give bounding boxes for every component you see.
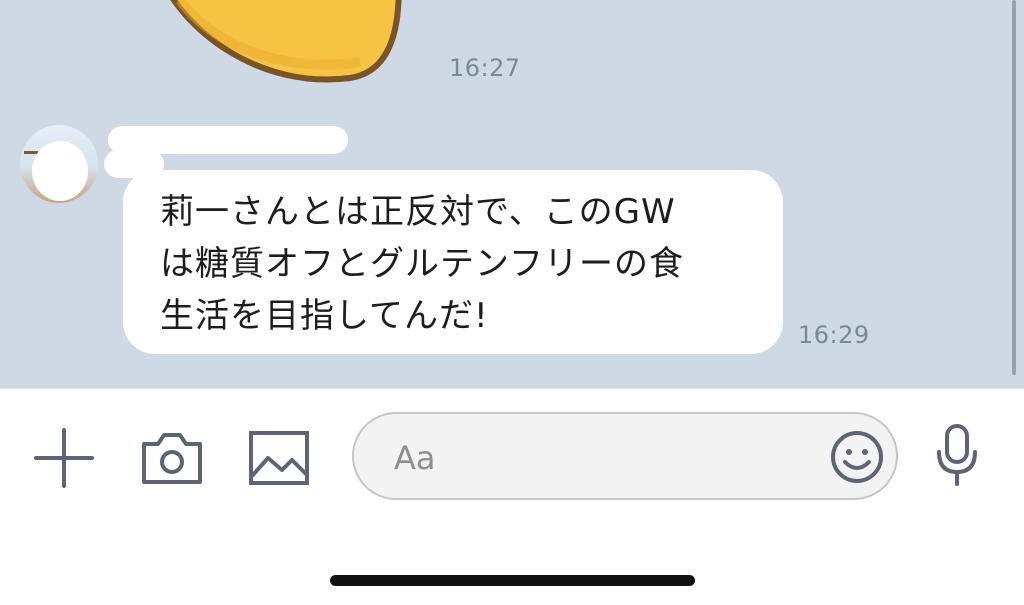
plus-icon[interactable] xyxy=(34,428,94,488)
camera-icon[interactable] xyxy=(140,430,204,486)
avatar[interactable] xyxy=(20,125,98,203)
message-input[interactable] xyxy=(392,434,816,482)
chat-area[interactable]: 16:27 莉一さんとは正反対で、このGW は糖質オフとグルテンフリーの食 生活… xyxy=(0,0,1024,388)
message-text: 莉一さんとは正反対で、このGW は糖質オフとグルテンフリーの食 生活を目指してん… xyxy=(160,192,684,336)
divider xyxy=(0,388,1024,389)
home-indicator xyxy=(330,575,695,586)
message-timestamp: 16:29 xyxy=(798,321,870,349)
scrollbar[interactable] xyxy=(1012,0,1016,375)
sticker-image[interactable] xyxy=(150,0,406,85)
message-input-box[interactable] xyxy=(352,412,898,500)
microphone-icon[interactable] xyxy=(935,424,979,486)
image-icon[interactable] xyxy=(248,430,310,486)
emoji-icon[interactable] xyxy=(830,430,884,484)
message-timestamp: 16:27 xyxy=(449,54,521,82)
